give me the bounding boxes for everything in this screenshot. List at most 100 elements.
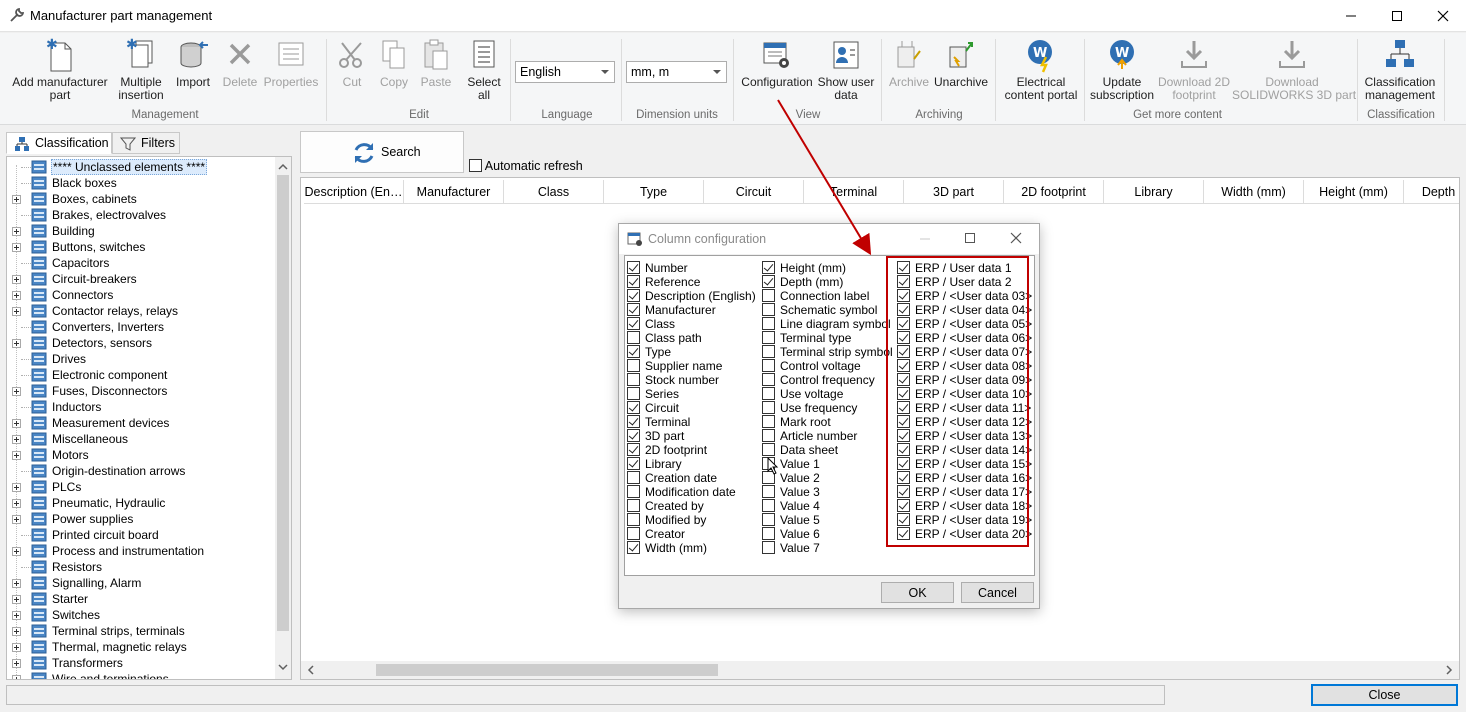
checkbox-box[interactable] [762,317,775,330]
checkbox-box[interactable] [762,485,775,498]
tree-item[interactable]: Resistors [7,559,277,575]
checkbox-box[interactable] [627,345,640,358]
checkbox-box[interactable] [627,373,640,386]
maximize-icon[interactable] [964,232,976,244]
column-header[interactable]: Circuit [704,180,804,204]
column-option[interactable]: Value 3 [762,485,820,499]
language-select[interactable]: English [515,61,615,83]
column-option[interactable]: Control frequency [762,373,875,387]
column-option[interactable]: Depth (mm) [762,275,843,289]
tree-item[interactable]: Signalling, Alarm [7,575,277,591]
checkbox-box[interactable] [627,387,640,400]
checkbox-box[interactable] [627,513,640,526]
tree-item[interactable]: Measurement devices [7,415,277,431]
tree-item[interactable]: Fuses, Disconnectors [7,383,277,399]
checkbox-box[interactable] [627,317,640,330]
scroll-left-icon[interactable] [303,661,319,679]
expand-icon[interactable] [12,515,21,524]
expand-icon[interactable] [12,547,21,556]
column-option[interactable]: Terminal [627,415,690,429]
checkbox-box[interactable] [762,513,775,526]
checkbox-box[interactable] [627,541,640,554]
multiple-insertion-button[interactable]: ✱ Multiple insertion [112,37,170,102]
dimension-units-select[interactable]: mm, m [626,61,727,83]
checkbox-box[interactable] [762,387,775,400]
scroll-down-icon[interactable] [275,659,291,675]
expand-icon[interactable] [12,195,21,204]
search-button[interactable]: Search [300,131,464,173]
add-manufacturer-part-button[interactable]: ✱ Add manufacturer part [8,37,112,102]
tree-item[interactable]: Black boxes [7,175,277,191]
checkbox-box[interactable] [627,303,640,316]
classification-management-button[interactable]: Classification management [1360,37,1440,102]
column-option[interactable]: Class path [627,331,702,345]
expand-icon[interactable] [12,387,21,396]
tree-item[interactable]: Converters, Inverters [7,319,277,335]
paste-button[interactable]: Paste [416,37,456,89]
column-option[interactable]: Control voltage [762,359,861,373]
column-option[interactable]: Use voltage [762,387,843,401]
copy-button[interactable]: Copy [374,37,414,89]
column-option[interactable]: Created by [627,499,704,513]
tree-item[interactable]: Process and instrumentation [7,543,277,559]
column-option[interactable]: 2D footprint [627,443,707,457]
tree-item[interactable]: Connectors [7,287,277,303]
column-option[interactable]: Creation date [627,471,717,485]
tree-item[interactable]: Inductors [7,399,277,415]
column-header[interactable]: Width (mm) [1204,180,1304,204]
checkbox-box[interactable] [762,303,775,316]
checkbox-box[interactable] [627,415,640,428]
maximize-button[interactable] [1374,0,1420,32]
column-option[interactable]: Line diagram symbol [762,317,891,331]
checkbox-box[interactable] [762,499,775,512]
auto-refresh-checkbox[interactable]: Automatic refresh [469,159,583,173]
tree-item[interactable]: Printed circuit board [7,527,277,543]
tree-item[interactable]: Origin-destination arrows [7,463,277,479]
column-option[interactable]: Circuit [627,401,679,415]
import-button[interactable]: Import [170,37,216,89]
tree-item[interactable]: Terminal strips, terminals [7,623,277,639]
expand-icon[interactable] [12,451,21,460]
checkbox-box[interactable] [762,415,775,428]
checkbox-box[interactable] [627,289,640,302]
checkbox-box[interactable] [762,261,775,274]
checkbox-box[interactable] [762,429,775,442]
download-solidworks-3d-part-button[interactable]: Download SOLIDWORKS 3D part [1232,37,1356,102]
expand-icon[interactable] [12,483,21,492]
close-window-button[interactable] [1420,0,1466,32]
tree-scrollbar-thumb[interactable] [277,175,289,631]
expand-icon[interactable] [12,499,21,508]
scroll-up-icon[interactable] [275,159,291,175]
checkbox-box[interactable] [627,275,640,288]
tree-item[interactable]: Pneumatic, Hydraulic [7,495,277,511]
checkbox-box[interactable] [762,345,775,358]
tree-item[interactable]: Capacitors [7,255,277,271]
expand-icon[interactable] [12,675,21,679]
column-option[interactable]: Modification date [627,485,736,499]
expand-icon[interactable] [12,419,21,428]
expand-icon[interactable] [12,579,21,588]
checkbox-box[interactable] [762,527,775,540]
expand-icon[interactable] [12,227,21,236]
delete-button[interactable]: Delete [220,37,260,89]
archive-button[interactable]: Archive [884,37,934,89]
tree-item[interactable]: Thermal, magnetic relays [7,639,277,655]
checkbox-box[interactable] [627,527,640,540]
column-option[interactable]: Terminal type [762,331,851,345]
checkbox-box[interactable] [627,499,640,512]
checkbox-box[interactable] [627,485,640,498]
grid-horizontal-scrollbar[interactable] [301,661,1459,679]
checkbox-box[interactable] [627,401,640,414]
column-option[interactable]: Use frequency [762,401,857,415]
column-header[interactable]: Class [504,180,604,204]
column-option[interactable]: Height (mm) [762,261,846,275]
expand-icon[interactable] [12,611,21,620]
tree-item[interactable]: Starter [7,591,277,607]
column-header[interactable]: Manufacturer [404,180,504,204]
checkbox-box[interactable] [627,443,640,456]
checkbox-box[interactable] [762,331,775,344]
checkbox-box[interactable] [762,289,775,302]
checkbox-box[interactable] [627,359,640,372]
grid-scrollbar-thumb[interactable] [376,664,718,676]
checkbox-box[interactable] [762,359,775,372]
